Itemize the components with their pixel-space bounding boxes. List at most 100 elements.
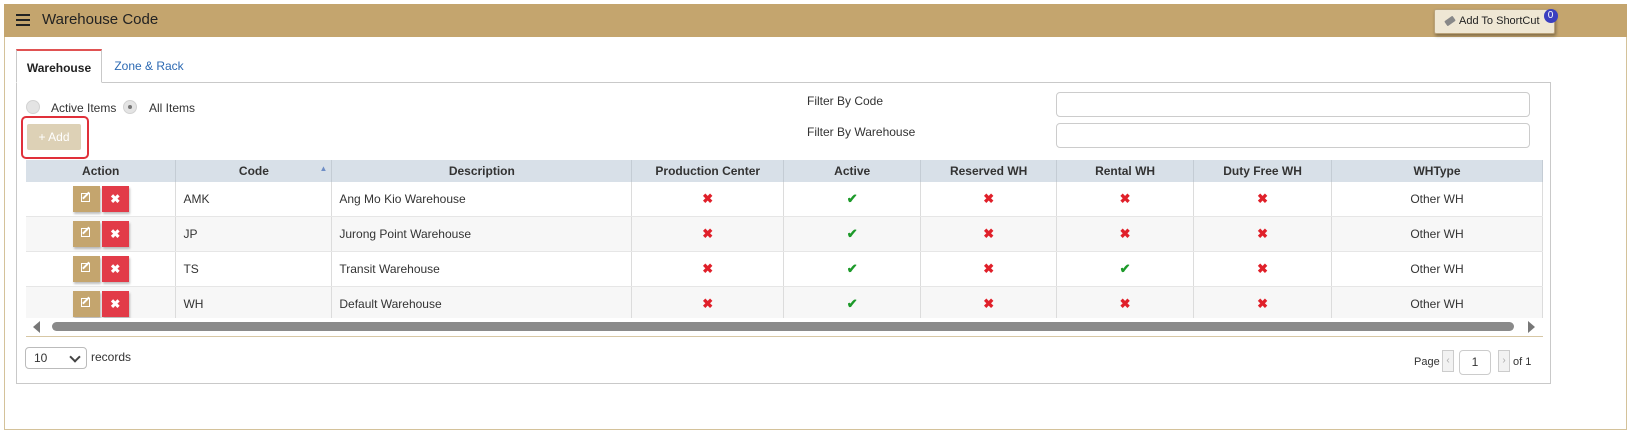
add-to-shortcut-label: Add To ShortCut [1459, 15, 1540, 27]
action-cell: ✖ [26, 286, 177, 318]
active-cell: ✔ [783, 251, 922, 287]
whtype-cell: Other WH [1331, 286, 1543, 318]
column-header-duty-free-wh[interactable]: Duty Free WH [1193, 160, 1333, 182]
column-header-description[interactable]: Description [331, 160, 633, 182]
check-icon: ✔ [846, 191, 858, 206]
column-header-code[interactable]: Code ▲ [175, 160, 333, 182]
action-cell: ✖ [26, 251, 177, 287]
code-cell: WH [175, 286, 333, 318]
column-header-action: Action [26, 160, 177, 182]
rental-wh-cell: ✔ [1056, 251, 1195, 287]
whtype-cell: Other WH [1331, 182, 1543, 217]
hamburger-menu-icon[interactable] [16, 14, 30, 26]
code-cell: TS [175, 251, 333, 287]
description-cell: Jurong Point Warehouse [331, 216, 633, 252]
add-to-shortcut-button[interactable]: Add To ShortCut 0 [1434, 9, 1558, 34]
table-row: ✖ TS Transit Warehouse ✖ ✔ ✖ ✔ ✖ Other WH [26, 251, 1543, 287]
column-header-rental-wh[interactable]: Rental WH [1056, 160, 1195, 182]
active-items-radio[interactable] [26, 100, 40, 114]
delete-button[interactable]: ✖ [101, 221, 129, 247]
duty-free-wh-cell: ✖ [1193, 286, 1333, 318]
description-cell: Default Warehouse [331, 286, 633, 318]
column-header-production-center[interactable]: Production Center [631, 160, 785, 182]
page-size-value: 10 [34, 351, 48, 365]
all-items-radio[interactable] [123, 100, 137, 114]
production-center-cell: ✖ [631, 182, 785, 217]
cross-icon: ✖ [1119, 296, 1131, 311]
whtype-cell: Other WH [1331, 251, 1543, 287]
page-size-select[interactable]: 10 [25, 347, 87, 369]
scroll-right-arrow-icon[interactable] [1528, 321, 1535, 333]
column-header-active[interactable]: Active [783, 160, 922, 182]
sort-ascending-icon: ▲ [319, 164, 328, 173]
scrollbar-thumb[interactable] [52, 322, 1514, 331]
cross-icon: ✖ [1119, 191, 1131, 206]
delete-icon: ✖ [110, 192, 121, 206]
action-cell: ✖ [26, 182, 177, 217]
duty-free-wh-cell: ✖ [1193, 251, 1333, 287]
description-cell: Transit Warehouse [331, 251, 633, 287]
code-cell: AMK [175, 182, 333, 217]
page-number-input[interactable]: 1 [1459, 350, 1491, 375]
cross-icon: ✖ [702, 191, 714, 206]
delete-button[interactable]: ✖ [101, 256, 129, 282]
page-title: Warehouse Code [42, 11, 159, 28]
page-label: Page [1414, 356, 1440, 368]
production-center-cell: ✖ [631, 216, 785, 252]
check-icon: ✔ [846, 226, 858, 241]
add-button[interactable]: + Add [27, 124, 81, 150]
cross-icon: ✖ [702, 226, 714, 241]
filter-by-warehouse-input[interactable] [1056, 123, 1530, 148]
check-icon: ✔ [846, 296, 858, 311]
edit-button[interactable] [72, 221, 100, 247]
active-cell: ✔ [783, 182, 922, 217]
check-icon: ✔ [846, 261, 858, 276]
total-pages-label: of 1 [1513, 356, 1532, 368]
footer-divider [26, 336, 1543, 337]
tab-warehouse[interactable]: Warehouse [16, 49, 102, 83]
records-label: records [91, 350, 132, 364]
description-cell: Ang Mo Kio Warehouse [331, 182, 633, 217]
delete-button[interactable]: ✖ [101, 291, 129, 317]
edit-button[interactable] [72, 256, 100, 282]
chevron-right-icon: › [1502, 355, 1506, 366]
warehouse-table-container: Action Code ▲ Description Production Cent… [26, 160, 1543, 318]
delete-icon: ✖ [110, 227, 121, 241]
reserved-wh-cell: ✖ [920, 251, 1058, 287]
active-items-label: Active Items [51, 101, 117, 115]
cross-icon: ✖ [1257, 296, 1268, 311]
edit-icon [80, 263, 90, 272]
prev-page-button[interactable]: ‹ [1442, 350, 1454, 372]
edit-button[interactable] [72, 186, 100, 212]
active-cell: ✔ [783, 216, 922, 252]
cross-icon: ✖ [702, 261, 714, 276]
warehouse-table: Action Code ▲ Description Production Cent… [26, 160, 1543, 318]
shortcut-count-badge: 0 [1543, 9, 1558, 23]
reserved-wh-cell: ✖ [920, 216, 1058, 252]
rental-wh-cell: ✖ [1056, 182, 1195, 217]
cross-icon: ✖ [1257, 226, 1268, 241]
table-body: ✖ AMK Ang Mo Kio Warehouse ✖ ✔ ✖ ✖ ✖ Other WH ✖ JP… [26, 182, 1543, 318]
column-header-code-label: Code [238, 164, 269, 178]
edit-icon [80, 298, 90, 307]
edit-button[interactable] [72, 291, 100, 317]
chevron-down-icon [69, 351, 81, 363]
cross-icon: ✖ [983, 191, 995, 206]
filter-by-code-label: Filter By Code [807, 94, 884, 108]
whtype-cell: Other WH [1331, 216, 1543, 252]
action-cell: ✖ [26, 216, 177, 252]
scroll-left-arrow-icon[interactable] [33, 321, 40, 333]
rental-wh-cell: ✖ [1056, 216, 1195, 252]
horizontal-scrollbar[interactable] [30, 320, 1538, 334]
filter-by-code-input[interactable] [1056, 92, 1530, 117]
cross-icon: ✖ [702, 296, 714, 311]
next-page-button[interactable]: › [1498, 350, 1510, 372]
tab-zone-rack[interactable]: Zone & Rack [104, 49, 194, 83]
delete-icon: ✖ [110, 297, 121, 311]
column-header-whtype[interactable]: WHType [1331, 160, 1543, 182]
cross-icon: ✖ [1119, 226, 1131, 241]
table-row: ✖ WH Default Warehouse ✖ ✔ ✖ ✖ ✖ Other WH [26, 286, 1543, 318]
column-header-reserved-wh[interactable]: Reserved WH [920, 160, 1058, 182]
cross-icon: ✖ [1257, 261, 1268, 276]
delete-button[interactable]: ✖ [101, 186, 129, 212]
